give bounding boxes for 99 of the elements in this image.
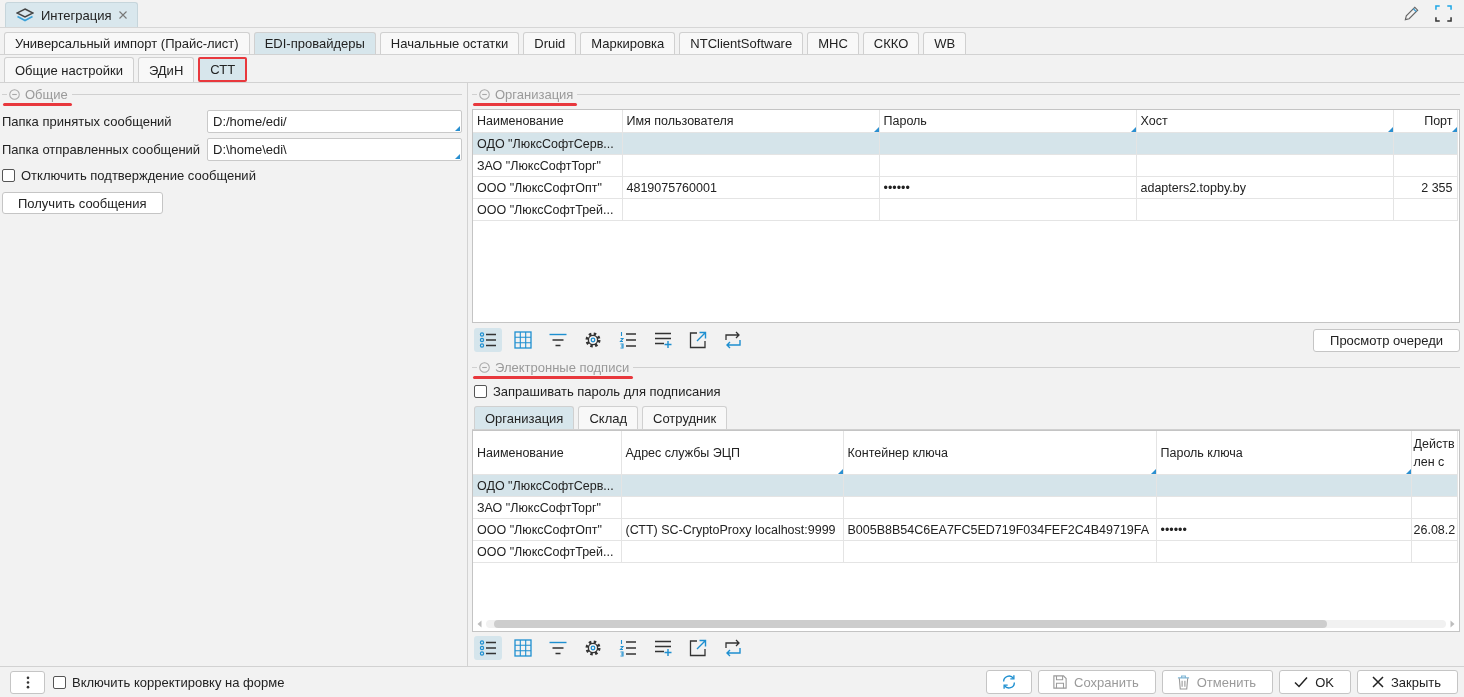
table-cell: ЗАО "ЛюксСофтТорг" [473, 154, 622, 177]
filter-icon [549, 641, 567, 655]
table-row[interactable]: ООО "ЛюксСофтТрей... [473, 540, 1457, 563]
swap-icon [724, 331, 742, 349]
layers-icon [16, 8, 34, 22]
filter-icon [549, 333, 567, 347]
checkbox-label[interactable]: Отключить подтверждение сообщений [21, 167, 256, 183]
table-row[interactable]: ООО "ЛюксСофтТрей... [473, 198, 1457, 221]
tab[interactable]: Druid [523, 32, 577, 54]
checkbox-label[interactable]: Запрашивать пароль для подписания [493, 384, 721, 399]
save-icon [1053, 675, 1068, 689]
column-header[interactable]: Имя пользователя [622, 110, 879, 133]
numbered-list-icon [619, 331, 637, 349]
table-row[interactable]: ООО "ЛюксСофтОпт" 4819075760001 •••••• adapters2.topby.by 2 355 [473, 176, 1457, 199]
table-cell: ОДО "ЛюксСофтСерв... [473, 132, 622, 155]
table-cell: ОДО "ЛюксСофтСерв... [473, 474, 621, 497]
group-title: Организация [495, 86, 574, 102]
trash-icon [1176, 674, 1190, 690]
column-header[interactable]: Порт [1393, 110, 1457, 133]
table-row[interactable]: ООО "ЛюксСофтОпт" (СТТ) SC-CryptoProxy localhost:9999 B005B8B54C6EA7FC5ED719F034FEF2C4B49719FA •••••• 26.08.2 [473, 518, 1457, 541]
folder-field[interactable]: D:\home\edi\ [207, 138, 462, 161]
column-header[interactable]: Пароль [879, 110, 1136, 133]
list-view-icon [479, 639, 497, 657]
swap-icon [724, 639, 742, 657]
document-tab-title: Интеграция [41, 7, 112, 23]
column-header[interactable]: Действ лен с [1411, 431, 1457, 475]
table-cell: ООО "ЛюксСофтОпт" [473, 176, 622, 199]
table-cell: 26.08.2 [1411, 518, 1457, 541]
checkbox[interactable] [2, 168, 15, 182]
table-cell: ООО "ЛюксСофтТрей... [473, 198, 622, 221]
ok-button[interactable]: OK [1279, 670, 1351, 694]
checkbox[interactable] [474, 385, 487, 398]
corner-marker-icon [455, 126, 460, 131]
pencil-icon[interactable] [1403, 5, 1420, 22]
close-icon [1371, 676, 1384, 688]
toolbar-button[interactable] [474, 636, 502, 660]
tab[interactable]: Общие настройки [4, 57, 134, 82]
refresh-icon [1001, 674, 1018, 690]
column-header[interactable]: Хост [1136, 110, 1393, 133]
checkbox-label[interactable]: Включить корректировку на форме [72, 674, 285, 690]
grid-icon [514, 639, 532, 657]
list-view-icon [479, 331, 497, 349]
receive-messages-button[interactable]: Получить сообщения [2, 192, 163, 214]
tab[interactable]: МНС [807, 32, 859, 54]
table-cell: 4819075760001 [622, 176, 879, 199]
table-row[interactable]: ЗАО "ЛюксСофтТорг" [473, 496, 1457, 519]
tab[interactable]: СККО [862, 32, 920, 54]
document-tab[interactable]: Интеграция [5, 2, 138, 27]
table-cell: 2 355 [1393, 176, 1457, 199]
corner-marker-icon [455, 154, 460, 159]
column-header[interactable]: Наименование [473, 110, 622, 133]
grid-icon [514, 331, 532, 349]
column-header[interactable]: Пароль ключа [1156, 431, 1411, 475]
table-cell: B005B8B54C6EA7FC5ED719F034FEF2C4B49719FA [843, 518, 1156, 541]
settings-icon [584, 639, 602, 657]
tab[interactable]: Универсальный импорт (Прайс-лист) [4, 32, 250, 54]
table-cell: ООО "ЛюксСофтОпт" [473, 518, 621, 541]
tab[interactable]: СТТ [198, 57, 248, 82]
tab[interactable]: Начальные остатки [379, 32, 520, 54]
column-header[interactable]: Адрес службы ЭЦП [621, 431, 843, 475]
column-header[interactable]: Наименование [473, 431, 621, 475]
field-label: Папка отправленных сообщений [2, 142, 202, 157]
export-icon [689, 639, 707, 657]
tab[interactable]: Склад [578, 406, 639, 429]
table-row[interactable]: ОДО "ЛюксСофтСерв... [473, 474, 1457, 497]
tab[interactable]: Сотрудник [642, 406, 728, 429]
field-label: Папка принятых сообщений [2, 114, 173, 129]
table-cell: (СТТ) SC-CryptoProxy localhost:9999 [621, 518, 843, 541]
tab[interactable]: EDI-провайдеры [253, 32, 376, 54]
tab[interactable]: Организация [474, 406, 575, 429]
add-row-icon [654, 639, 672, 657]
fullscreen-icon[interactable] [1435, 5, 1452, 22]
table-cell: ЗАО "ЛюксСофтТорг" [473, 496, 621, 519]
table-row[interactable]: ЗАО "ЛюксСофтТорг" [473, 154, 1457, 177]
tab[interactable]: ЭДиН [137, 57, 195, 82]
toolbar-button[interactable] [474, 328, 502, 352]
check-icon [1294, 676, 1309, 688]
tab[interactable]: NTClientSoftware [679, 32, 804, 54]
column-header[interactable]: Контейнер ключа [843, 431, 1156, 475]
checkbox[interactable] [53, 675, 66, 689]
view-queue-button[interactable]: Просмотр очереди [1313, 328, 1460, 352]
table-row[interactable]: ОДО "ЛюксСофтСерв... [473, 132, 1457, 155]
export-icon [689, 331, 707, 349]
group-title: Электронные подписи [495, 359, 630, 375]
table-cell: ООО "ЛюксСофтТрей... [473, 540, 621, 563]
close-icon[interactable] [118, 11, 127, 19]
numbered-list-icon [619, 639, 637, 657]
group-title: Общие [25, 86, 68, 102]
table-cell: adapters2.topby.by [1136, 176, 1393, 199]
refresh-button[interactable] [986, 670, 1033, 694]
close-button[interactable]: Закрыть [1356, 670, 1458, 694]
table-cell: •••••• [879, 176, 1136, 199]
folder-field[interactable]: D:/home/edi/ [207, 110, 462, 133]
add-row-icon [654, 331, 672, 349]
settings-icon [584, 331, 602, 349]
more-icon [25, 675, 30, 689]
tab[interactable]: Маркировка [580, 32, 676, 54]
table-cell: •••••• [1156, 518, 1411, 541]
tab[interactable]: WB [923, 32, 967, 54]
